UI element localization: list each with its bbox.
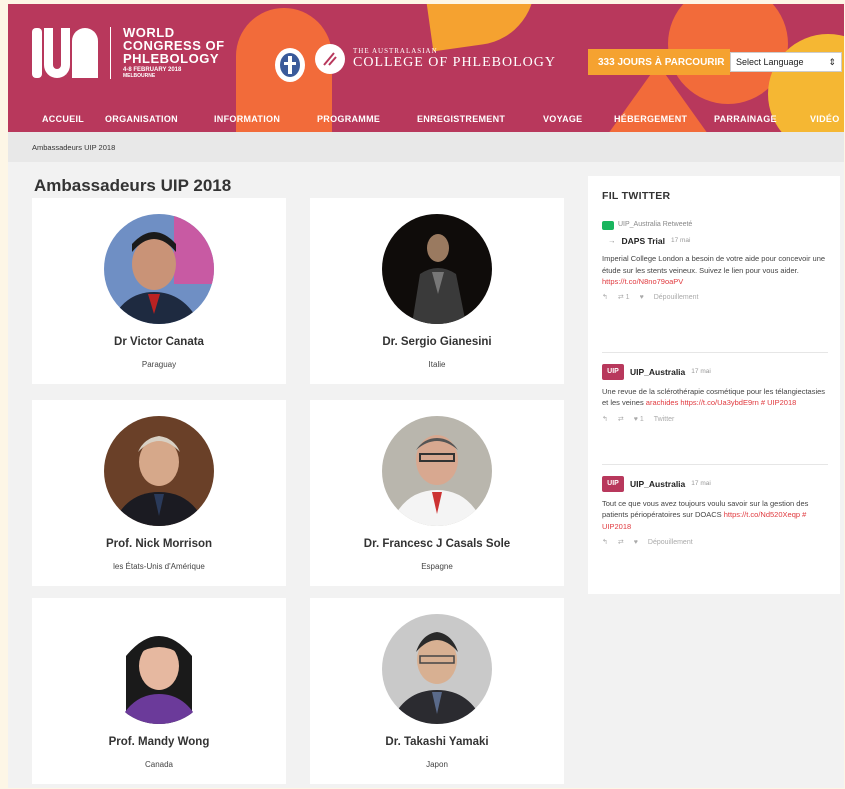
ambassador-country: Canada	[144, 760, 174, 769]
nav-programme[interactable]: PROGRAMME	[317, 114, 380, 124]
tweet-actions: ↰ ⇄ ♥ Dépouillement	[602, 538, 828, 549]
ambassador-name: Dr Victor Canata	[114, 336, 204, 348]
language-select-value: Select Language	[736, 57, 804, 67]
ambassador-card[interactable]: Dr. Takashi Yamaki Japon	[310, 598, 564, 784]
ambassador-photo	[382, 214, 492, 324]
ambassador-photo	[104, 214, 214, 324]
nav-voyage[interactable]: VOYAGE	[543, 114, 582, 124]
ambassador-name: Dr. Sergio Gianesini	[382, 336, 492, 348]
tweet-link[interactable]: https://t.co/Ua3ybdE9rn # UIP2018	[680, 398, 796, 407]
college-title: COLLEGE OF PHLEBOLOGY	[353, 55, 556, 70]
tweet-author[interactable]: DAPS Trial	[622, 235, 665, 248]
tweet-actions: ↰ ⇄ 1 ♥ Dépouillement	[602, 293, 828, 304]
ambassador-name: Dr. Francesc J Casals Sole	[363, 538, 511, 550]
ambassador-card[interactable]: Prof. Mandy Wong Canada	[32, 598, 286, 784]
ambassador-photo	[104, 614, 214, 724]
select-arrows-icon: ⇕	[828, 56, 836, 67]
tweet-author[interactable]: UIP_Australia	[630, 478, 685, 491]
college-subtitle: THE AUSTRALASIAN	[353, 47, 438, 55]
tweet-time[interactable]: 17 mai	[671, 236, 691, 246]
nav-parrainage[interactable]: PARRAINAGE	[714, 114, 777, 124]
ambassador-card[interactable]: Prof. Nick Morrison les États-Unis d'Amé…	[32, 400, 286, 586]
tweet-action-label[interactable]: Twitter	[654, 415, 675, 426]
countdown-badge[interactable]: 333 JOURS À PARCOURIR	[588, 49, 730, 75]
breadcrumb[interactable]: Ambassadeurs UIP 2018	[8, 132, 844, 162]
tweet-actions: ↰ ⇄ ♥ 1 Twitter	[602, 415, 828, 426]
ambassador-photo	[382, 614, 492, 724]
ambassador-country: les États-Unis d'Amérique	[113, 562, 205, 571]
tweet-time[interactable]: 17 mai	[691, 479, 711, 489]
browser-page: WORLD CONGRESS OF PHLEBOLOGY 4-8 FEBRUAR…	[8, 4, 844, 788]
ambassador-card[interactable]: Dr Victor Canata Paraguay	[32, 198, 286, 384]
divider	[602, 352, 828, 353]
retweet-icon[interactable]: ⇄	[618, 415, 624, 426]
reply-icon[interactable]: ↰	[602, 538, 608, 549]
uip-logo-text: WORLD CONGRESS OF PHLEBOLOGY 4-8 FEBRUAR…	[123, 25, 225, 79]
twitter-feed: FIL TWITTER UIP_Australia Retweeté → DAP…	[588, 176, 840, 594]
tweet-link[interactable]: arachides	[646, 398, 679, 407]
tweet-time[interactable]: 17 mai	[691, 367, 711, 377]
like-icon[interactable]: ♥	[640, 293, 644, 304]
tweet-author[interactable]: UIP_Australia	[630, 366, 685, 379]
uip-avatar[interactable]: UIP	[602, 476, 624, 492]
ambassador-card[interactable]: Dr. Sergio Gianesini Italie	[310, 198, 564, 384]
crest-icon	[275, 48, 305, 82]
nav-information[interactable]: INFORMATION	[214, 114, 280, 124]
retweet-icon	[602, 220, 614, 230]
uip-logo-mark	[32, 27, 98, 78]
site-header: WORLD CONGRESS OF PHLEBOLOGY 4-8 FEBRUAR…	[8, 4, 844, 132]
tweet[interactable]: UIP UIP_Australia 17 mai Une revue de la…	[602, 364, 828, 425]
tweet[interactable]: UIP UIP_Australia 17 mai Tout ce que vou…	[602, 476, 828, 548]
ambassador-country: Italie	[428, 360, 446, 369]
ambassador-name: Prof. Mandy Wong	[108, 736, 210, 748]
twitter-feed-title: FIL TWITTER	[602, 190, 671, 202]
retweet-arrow-icon: →	[608, 236, 616, 246]
retweet-icon[interactable]: ⇄	[618, 538, 624, 549]
like-icon[interactable]: ♥	[634, 538, 638, 549]
nav-video[interactable]: VIDÉO	[810, 114, 840, 124]
divider	[602, 464, 828, 465]
ambassador-photo	[382, 416, 492, 526]
ambassador-country: Paraguay	[141, 360, 177, 369]
reply-icon[interactable]: ↰	[602, 293, 608, 304]
uip-avatar[interactable]: UIP	[602, 364, 624, 380]
nav-enregistrement[interactable]: ENREGISTREMENT	[417, 114, 505, 124]
ambassador-name: Prof. Nick Morrison	[105, 538, 213, 550]
tweet-link[interactable]: https://t.co/N8no79oaPV	[602, 277, 683, 286]
nav-hebergement[interactable]: HÉBERGEMENT	[614, 114, 687, 124]
nav-accueil[interactable]: ACCUEIL	[42, 114, 84, 124]
college-logo[interactable]: THE AUSTRALASIAN COLLEGE OF PHLEBOLOGY	[315, 44, 556, 74]
tweet-body: Imperial College London a besoin de votr…	[602, 254, 826, 275]
reply-icon[interactable]: ↰	[602, 415, 608, 426]
nav-organisation[interactable]: ORGANISATION	[105, 114, 178, 124]
ambassador-card[interactable]: Dr. Francesc J Casals Sole Espagne	[310, 400, 564, 586]
page-title: Ambassadeurs UIP 2018	[34, 176, 232, 195]
like-count[interactable]: ♥ 1	[634, 415, 644, 426]
ambassador-country: Japon	[426, 760, 448, 769]
retweet-label: UIP_Australia Retweeté	[618, 221, 693, 228]
ambassador-country: Espagne	[421, 562, 453, 571]
uip-logo[interactable]: WORLD CONGRESS OF PHLEBOLOGY 4-8 FEBRUAR…	[32, 26, 225, 79]
tweet-action-label[interactable]: Dépouillement	[654, 293, 699, 304]
tweet[interactable]: UIP_Australia Retweeté → DAPS Trial 17 m…	[602, 220, 828, 304]
language-select[interactable]: Select Language ⇕	[730, 52, 842, 72]
main-nav: ACCUEIL ORGANISATION INFORMATION PROGRAM…	[8, 108, 844, 132]
retweet-count[interactable]: ⇄ 1	[618, 293, 630, 304]
college-emblem-icon	[315, 44, 345, 74]
ambassador-photo	[104, 416, 214, 526]
tweet-action-label[interactable]: Dépouillement	[648, 538, 693, 549]
ambassador-name: Dr. Takashi Yamaki	[385, 736, 489, 748]
